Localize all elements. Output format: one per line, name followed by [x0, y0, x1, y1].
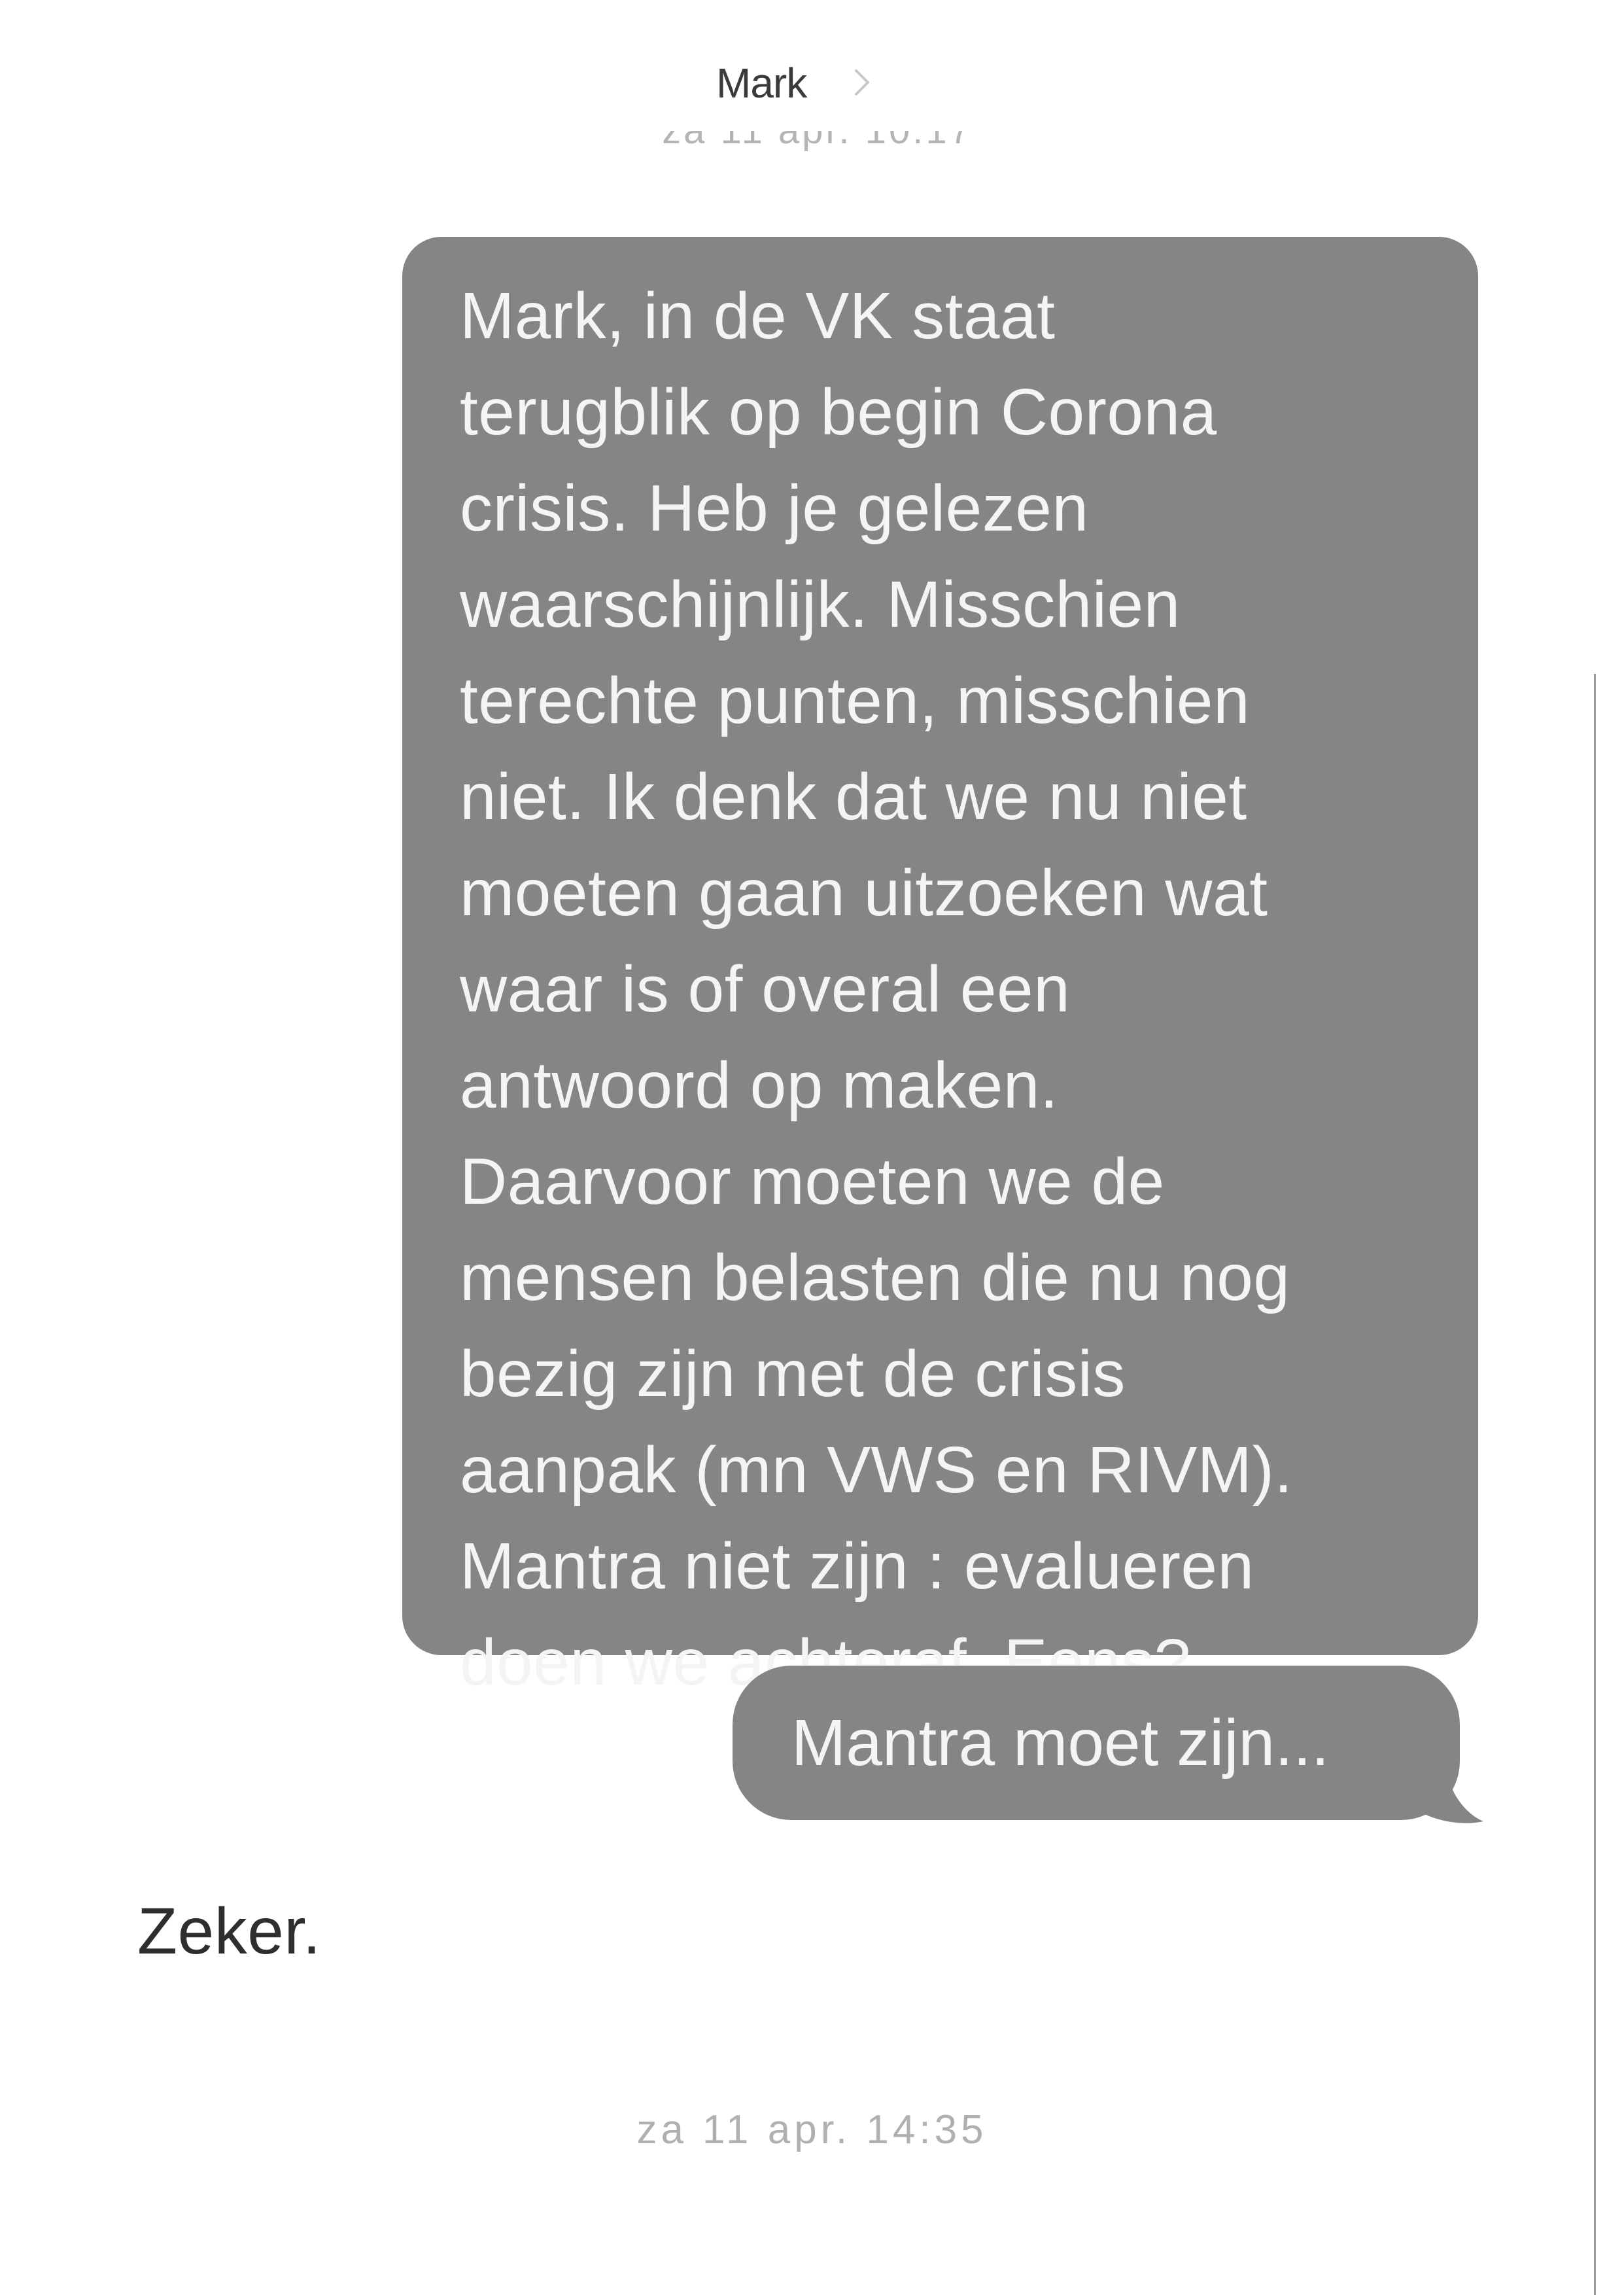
- contact-name[interactable]: Mark: [716, 59, 807, 107]
- conversation-header[interactable]: Mark: [0, 54, 1624, 107]
- bubble-tail-icon: [1426, 1766, 1483, 1823]
- message-bubble-sent[interactable]: Mark, in de VK staat terugblik op begin …: [402, 237, 1478, 1699]
- timestamp-top-text: za 11 apr. 10:17: [589, 131, 1046, 152]
- message-received[interactable]: Zeker.: [137, 1894, 321, 1969]
- timestamp-bottom: za 11 apr. 14:35: [636, 2107, 988, 2152]
- timestamp-top: za 11 apr. 10:17: [589, 131, 1046, 170]
- message-text: Mark, in de VK staat terugblik op begin …: [460, 279, 1293, 1699]
- message-bubble-sent[interactable]: Mantra moet zijn...: [733, 1666, 1460, 1820]
- page-edge-line: [1594, 674, 1596, 2295]
- chevron-right-icon[interactable]: [854, 68, 871, 97]
- message-text: Mantra moet zijn...: [791, 1706, 1330, 1779]
